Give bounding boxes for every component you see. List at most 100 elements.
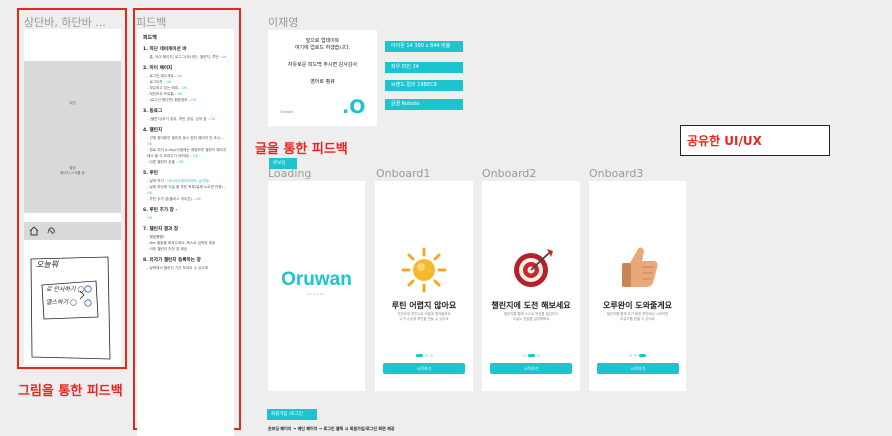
feedback-line-text: - 완료 치지 d-day(다음에는 예정하루 챌린지 페이지에서 볼 각 보여… <box>147 148 227 158</box>
spec-brand-color-chip: 브랜드 컬러 19BEC9 <box>385 80 463 91</box>
feedback-line: - 달력에서 챌린지 기간 보세요 수 있도록 <box>143 265 228 271</box>
handwriting-line-3: 엘스하기 ◯ <box>46 299 77 306</box>
loading-logo: Oruwan <box>281 269 352 290</box>
page-dot <box>639 354 646 357</box>
shared-uiux-label: 공유한 UI/UX <box>687 134 762 148</box>
feedback-line-text: - like 별점을 메겨주세요, 텍스트 입력창 제공 <box>147 241 216 245</box>
signup-login-chip: 회원가입 /로그인 <box>267 409 317 420</box>
feedback-line-text: - 홈, 아이 페이지, 로그그(게시판), 챌린지, 루틴 - <box>147 55 223 59</box>
feedback-line-text: - 전체 참여중인 챌린지 동시 뭔지 페이지 만 추시, - <box>147 136 224 140</box>
feedback-line-text: - 달력 보기 - <box>147 179 168 183</box>
feedback-ok-mark: OK <box>166 80 172 84</box>
feedback-section-title: 5. 루틴 <box>143 171 158 176</box>
hand-drawn-icon <box>47 227 55 235</box>
feedback-ok-mark: ok <box>222 55 227 59</box>
onboard1-screen: 루틴 어렵지 않아요 간단하게 루틴으로 어떻게 챙겨볼까요 누구나 쉽게 루틴… <box>375 181 473 391</box>
loading-sub: Oruwan <box>307 292 326 296</box>
feedback-line-text: - 이후 챌린지 추천 창 제공 <box>147 247 188 251</box>
onboard3-title: 오루완이 도와줄게요 <box>602 301 673 310</box>
onboard2-page-dots <box>482 354 580 357</box>
feedback-ok-mark: OK <box>195 197 201 201</box>
feedback-line-text: - (로그인 했다면) 회원정보 - <box>147 98 192 102</box>
feedback-section-title: 1. 하단 네비게이션 바 <box>143 47 187 52</box>
loading-screen: Oruwan Oruwan <box>268 181 365 391</box>
page-dot <box>634 354 637 357</box>
onboard1-frame-title: Onboard1 <box>376 167 431 180</box>
feedback-ok-mark: OK <box>177 92 183 96</box>
feedback-line-text: - 루틴 추가 칩(플러스 아이콘) - <box>147 197 196 201</box>
spec-intro-line1: 앞으로 업데이트 <box>305 38 340 44</box>
handwriting-line-1: 오늘뭐 <box>36 260 59 269</box>
onboard3-start-button[interactable]: 시작하기 <box>597 363 679 374</box>
sun-icon <box>401 247 447 293</box>
feedback-line-text: - 로그인 해주세요 - <box>147 74 178 78</box>
feedback-section: 8. 유저가 챌린지 등록하는 창 - 달력에서 챌린지 기간 보세요 수 있도록 <box>143 257 228 271</box>
onboard2-frame-title: Onboard2 <box>482 167 537 180</box>
page-dot <box>424 354 428 357</box>
feedback-section: 2. 마이 페이지 - 로그인 해주세요 - ok - 로그아웃 - OK - 보유하… <box>143 65 228 103</box>
onboard1-start-button[interactable]: 시작하기 <box>383 363 465 374</box>
feedback-ok-mark: OK <box>178 160 184 164</box>
page-dot <box>536 354 540 357</box>
feedback-ok-mark: ok <box>177 74 182 78</box>
feedback-section: 6. 루틴 추가 창 - OK <box>143 207 228 221</box>
feedback-section: 4. 챌린지 - 전체 참여중인 챌린지 동시 뭔지 페이지 만 추시, - OK… <box>143 127 228 165</box>
onboard2-title: 챌린지에 도전 해보세요 <box>491 301 571 310</box>
feedback-heading: 피드백 <box>143 35 157 41</box>
feedback-line-text: - 햇빛쨍쨍? <box>147 235 165 239</box>
spec-card: 앞으로 업데이트 여기에 업로드 하겠습니다. 자유로운 피드백 주시면 감사감… <box>268 30 377 126</box>
spec-intro-line4: 영어로 평큐 <box>310 79 335 85</box>
onboard2-start-button[interactable]: 시작하기 <box>490 363 572 374</box>
shared-uiux-box: 공유한 UI/UX <box>680 125 830 156</box>
feedback-section: 5. 루틴 - 달력 보기 - OK(아이페이지에도 넣어줘) - 날짜 하단에 오… <box>143 170 228 202</box>
onboard1-sub-2: 누구나 쉽게 루틴을 만들 수 있어요 <box>399 317 449 321</box>
flow-caption: 온보딩 페이지 → 메인 페이지 → 로그인 클릭 시 회원가입/로그인 화면 … <box>268 426 395 431</box>
feedback-section: 3. 동료그 - (챌린지)후기 공유, 루틴 공유, 검색 등 - OK <box>143 108 228 122</box>
feedback-line-text: - (챌린지)후기 공유, 루틴 공유, 검색 등 - <box>147 117 211 121</box>
designer-frame-title: 이재영 <box>268 16 299 29</box>
feedback-line-text: - 다른 챌린지 호출 - <box>147 160 179 164</box>
spec-device-chip: 아이폰 14 390 x 844 비율 <box>385 41 463 52</box>
feedback-ok-mark: OK <box>147 216 153 220</box>
page-dot <box>415 354 423 357</box>
feedback-line: - 루틴 추가 칩(플러스 아이콘) - OK <box>143 196 228 202</box>
feedback-line: OK <box>143 215 228 221</box>
page-dot <box>629 354 632 357</box>
feedback-section-title: 3. 동료그 <box>143 109 163 114</box>
page-dot <box>429 354 433 357</box>
thumbs-up-icon <box>622 247 658 287</box>
onboard1-title: 루틴 어렵지 않아요 <box>391 301 457 310</box>
feedback-sheet: 피드백 1. 하단 네비게이션 바 - 홈, 아이 페이지, 로그그(게시판), … <box>137 29 234 436</box>
spec-intro-line3: 자유로운 피드백 주시면 감사감사 <box>287 62 358 68</box>
target-icon <box>514 249 553 287</box>
feedback-section-title: 6. 루틴 추가 창 - <box>143 208 178 213</box>
feedback-section: 1. 하단 네비게이션 바 - 홈, 아이 페이지, 로그그(게시판), 챌린지,… <box>143 46 228 60</box>
feedback-ok-mark: OK <box>192 154 199 158</box>
feedback-line: - 완료 치지 d-day(다음에는 예정하루 챌린지 페이지에서 볼 각 보여… <box>143 147 228 159</box>
feedback-ok-mark: OK <box>147 191 153 195</box>
onboard2-sub-2: 오늘도 한걸음 성장해봐요 <box>512 317 550 321</box>
spec-small-caption: Oruwan <box>280 110 294 114</box>
onboard1-page-dots <box>375 354 473 357</box>
brand-logo-mark: .O <box>342 96 366 118</box>
text-feedback-label: 글을 통한 피드백 <box>255 142 348 157</box>
placeholder-label: 네컷 <box>69 101 76 105</box>
page-dot <box>527 354 535 357</box>
spec-margin-chip: 좌우 마진 24 <box>385 62 463 73</box>
feedback-ok-mark: OK <box>181 86 187 90</box>
feedback-line: - 전체 참여중인 챌린지 동시 뭔지 페이지 만 추시, - OK <box>143 135 228 147</box>
feedback-section-title: 7. 챌린지 결과 창 <box>143 227 179 232</box>
sketch-sheet: 네컷 별점 페이지 스크롤 등 오늘뭐 로 인사하기 ◯ 엘스하기 ◯ <box>24 29 121 365</box>
feedback-section-title: 4. 챌린지 <box>143 128 163 133</box>
feedback-line: - 홈, 아이 페이지, 로그그(게시판), 챌린지, 루틴 - ok <box>143 54 228 60</box>
bottom-nav-sketch <box>24 222 121 240</box>
feedback-ok-mark: OK(아이페이지에도 넣어줘) <box>167 179 210 183</box>
feedback-ok-mark: OK <box>147 142 153 146</box>
rating-placeholder: 별점 페이지 스크롤 등 <box>24 128 121 213</box>
feedback-line-text: - 달력에서 챌린지 기간 보세요 수 있도록 <box>147 266 209 270</box>
feedback-ok-mark: OK <box>191 98 197 102</box>
page-dot <box>522 354 526 357</box>
feedback-ok-mark: OK <box>210 117 216 121</box>
onboard3-sub-2: 리워드를 받을 수 있어요 <box>620 317 655 321</box>
spec-intro-line2: 여기에 업로드 하겠습니다. <box>294 45 351 51</box>
